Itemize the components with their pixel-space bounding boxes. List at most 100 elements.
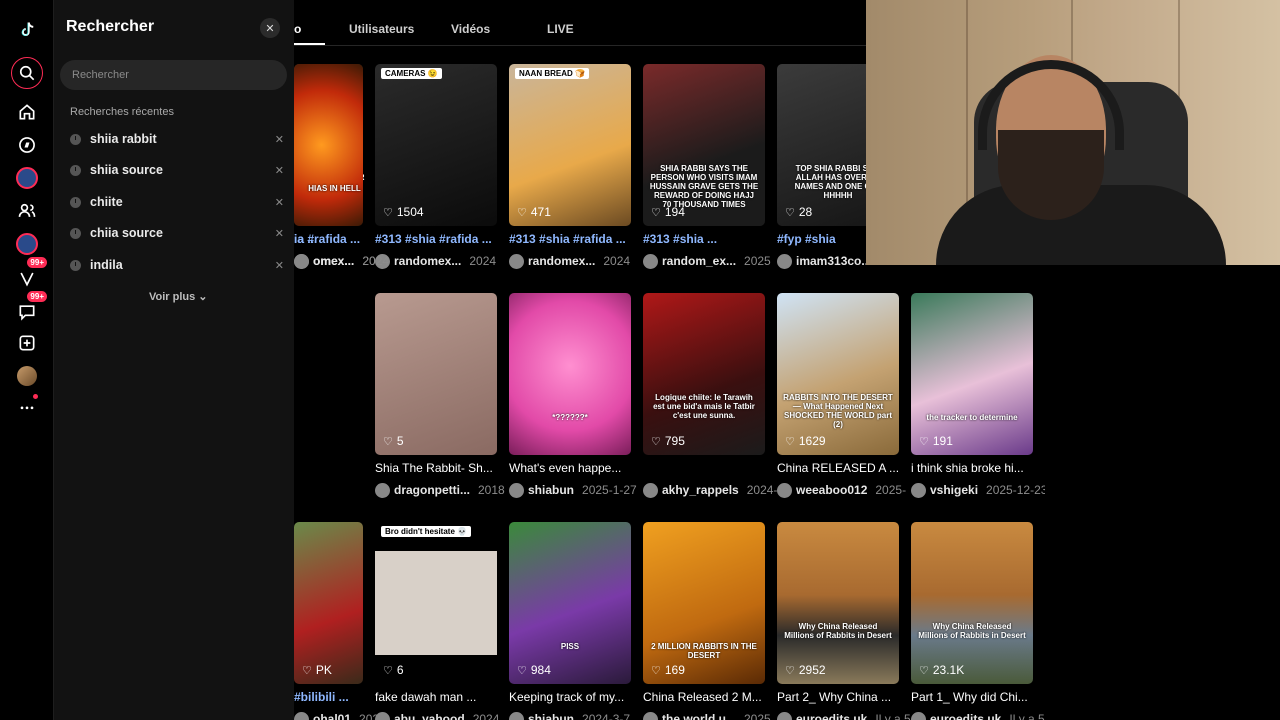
video-thumbnail[interactable]	[375, 522, 497, 684]
remove-icon[interactable]: ✕	[275, 164, 284, 177]
activity-badge: 99+	[27, 257, 47, 268]
author-username[interactable]: imam313co...	[796, 254, 871, 268]
tab-live[interactable]: LIVE	[547, 22, 574, 36]
show-more-button[interactable]: Voir plus ⌄	[149, 290, 208, 303]
search-input[interactable]	[60, 60, 287, 90]
video-thumbnail[interactable]	[294, 522, 363, 684]
explore-compass-icon[interactable]	[11, 129, 43, 161]
tab-videos[interactable]: Vidéos	[451, 22, 490, 36]
author-username[interactable]: dragonpetti...	[394, 483, 470, 497]
video-description[interactable]: fake dawah man ...	[375, 690, 503, 704]
video-thumbnail[interactable]	[777, 522, 899, 684]
video-thumbnail[interactable]	[643, 293, 765, 455]
profile-avatar[interactable]	[11, 360, 43, 392]
author-username[interactable]: random_ex...	[662, 254, 736, 268]
video-thumbnail[interactable]	[777, 293, 899, 455]
video-author-row[interactable]: the.world.u... 2025	[643, 711, 777, 720]
post-date: 2024-4-15	[746, 483, 777, 497]
video-author-row[interactable]: dragonpetti... 2018	[375, 482, 509, 498]
author-username[interactable]: the.world.u...	[662, 712, 736, 720]
author-username[interactable]: omex...	[313, 254, 354, 268]
activity-icon[interactable]: 99+	[11, 257, 47, 294]
live-avatar-icon[interactable]	[11, 228, 43, 260]
video-author-row[interactable]: shiabun 2024-3-7	[509, 711, 643, 720]
video-author-row[interactable]: shiabun 2025-1-27	[509, 482, 643, 498]
author-username[interactable]: euroedits.uk	[796, 712, 867, 720]
video-author-row[interactable]: akhy_rappels 2024-4-15	[643, 482, 777, 498]
video-author-row[interactable]: vshigeki 2025-12-23	[911, 482, 1045, 498]
thumbnail-caption: 2 MILLION RABBITS IN THE DESERT	[651, 642, 757, 660]
remove-icon[interactable]: ✕	[275, 227, 284, 240]
thumbnail-caption: the tracker to determine	[926, 413, 1018, 422]
like-count: ♡ PK	[302, 663, 332, 677]
tab-users[interactable]: Utilisateurs	[349, 22, 414, 36]
recent-search-item[interactable]: chiia source ✕	[70, 221, 284, 245]
video-author-row[interactable]: omex... 2024	[294, 253, 428, 269]
recent-search-item[interactable]: shiia source ✕	[70, 158, 284, 182]
video-thumbnail[interactable]	[911, 522, 1033, 684]
video-thumbnail[interactable]	[509, 293, 631, 455]
like-count-value: 6	[396, 663, 404, 677]
video-thumbnail[interactable]	[509, 522, 631, 684]
tiktok-logo-icon[interactable]	[11, 14, 43, 46]
tab-top[interactable]: o	[294, 22, 301, 36]
post-date: Il y a 5 j	[1009, 712, 1045, 720]
video-author-row[interactable]: randomex... 2024	[509, 253, 643, 269]
author-username[interactable]: randomex...	[528, 254, 595, 268]
video-author-row[interactable]: euroedits.uk Il y a 5 j	[911, 711, 1045, 720]
video-description[interactable]: Keeping track of my...	[509, 690, 637, 704]
author-username[interactable]: weeaboo012	[796, 483, 867, 497]
author-username[interactable]: abu_yahood	[394, 712, 465, 720]
video-description[interactable]: #313 #shia ...	[643, 232, 771, 246]
like-count-value: 1504	[396, 205, 424, 219]
messages-icon[interactable]: 99+	[11, 291, 47, 328]
author-username[interactable]: shiabun	[528, 712, 574, 720]
video-description[interactable]: Part 1_ Why did Chi...	[911, 690, 1039, 704]
video-description[interactable]: i think shia broke hi...	[911, 461, 1039, 475]
video-thumbnail[interactable]	[375, 64, 497, 226]
video-author-row[interactable]: weeaboo012 2025-	[777, 482, 911, 498]
author-avatar	[509, 482, 524, 498]
video-description[interactable]: What's even happe...	[509, 461, 637, 475]
upload-icon[interactable]	[11, 327, 43, 359]
video-author-row[interactable]: random_ex... 2025	[643, 253, 777, 269]
heart-icon: ♡	[785, 435, 795, 448]
author-username[interactable]: akhy_rappels	[662, 483, 739, 497]
more-dots-icon[interactable]	[11, 391, 43, 423]
author-username[interactable]: euroedits.uk	[930, 712, 1001, 720]
video-thumbnail[interactable]	[509, 64, 631, 226]
remove-icon[interactable]: ✕	[275, 133, 284, 146]
search-icon[interactable]	[11, 57, 43, 89]
remove-icon[interactable]: ✕	[275, 259, 284, 272]
recent-search-item[interactable]: chiite ✕	[70, 190, 284, 214]
video-description[interactable]: ia #rafida ...	[294, 232, 422, 246]
author-username[interactable]: ohal01	[313, 712, 351, 720]
author-username[interactable]: shiabun	[528, 483, 574, 497]
recent-search-item[interactable]: indila ✕	[70, 253, 284, 277]
like-count: ♡ 795	[651, 434, 685, 448]
like-count-value: 23.1K	[932, 663, 965, 677]
recent-search-item[interactable]: shiia rabbit ✕	[70, 127, 284, 151]
clock-icon	[70, 133, 81, 145]
headset	[978, 60, 1124, 150]
video-thumbnail[interactable]	[294, 64, 363, 226]
video-author-row[interactable]: abu_yahood 2024	[375, 711, 509, 720]
remove-icon[interactable]: ✕	[275, 196, 284, 209]
close-icon[interactable]: ✕	[260, 18, 280, 38]
video-thumbnail[interactable]	[375, 293, 497, 455]
video-description[interactable]: Shia The Rabbit- Sh...	[375, 461, 503, 475]
home-icon[interactable]	[11, 96, 43, 128]
video-description[interactable]: China RELEASED A ...	[777, 461, 905, 475]
friends-icon[interactable]	[11, 195, 43, 227]
video-thumbnail[interactable]	[911, 293, 1033, 455]
like-count-value: 2952	[798, 663, 826, 677]
following-avatar-icon[interactable]	[11, 162, 43, 194]
heart-icon: ♡	[919, 435, 929, 448]
result-tabs: o Utilisateurs Vidéos LIVE	[294, 0, 866, 46]
video-description[interactable]: Part 2_ Why China ...	[777, 690, 905, 704]
video-description[interactable]: #313 #shia #rafida ...	[509, 232, 637, 246]
post-date: 2025-12-23	[986, 483, 1045, 497]
video-author-row[interactable]: euroedits.uk Il y a 5...	[777, 711, 911, 720]
video-description[interactable]: China Released 2 M...	[643, 690, 771, 704]
author-username[interactable]: vshigeki	[930, 483, 978, 497]
